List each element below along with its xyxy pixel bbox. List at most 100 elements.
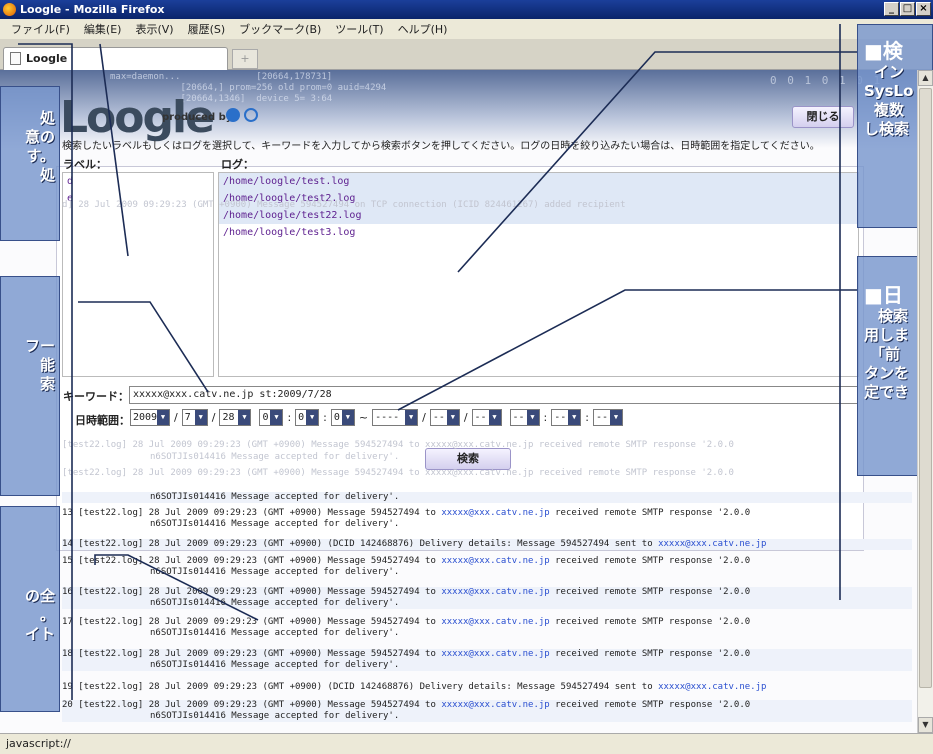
result-line: 19 [test22.log] 28 Jul 2009 09:29:23 (GM… bbox=[62, 682, 912, 693]
callout-heading: ■検 bbox=[864, 39, 903, 63]
result-tail: received remote SMTP response '2.0.0 bbox=[549, 617, 751, 627]
result-text: 28 Jul 2009 09:29:23 (GMT +0900) Message… bbox=[148, 617, 442, 627]
dropdown-arrow-icon: ▼ bbox=[526, 410, 539, 425]
minimize-button[interactable]: _ bbox=[884, 2, 899, 16]
result-email-link[interactable]: xxxxx@xxx.catv.ne.jp bbox=[441, 508, 549, 518]
to-hour-value: -- bbox=[512, 412, 525, 423]
result-email-link[interactable]: xxxxx@xxx.catv.ne.jp bbox=[441, 649, 549, 659]
tab-loogle[interactable]: Loogle bbox=[3, 47, 228, 70]
dropdown-arrow-icon: ▼ bbox=[446, 410, 459, 425]
to-min-value: -- bbox=[554, 412, 567, 423]
callout-text: 処 bbox=[39, 166, 55, 184]
menu-tools[interactable]: ツール(T) bbox=[328, 21, 390, 37]
from-day-select[interactable]: 28 ▼ bbox=[219, 409, 252, 426]
log-item[interactable]: /home/loogle/test.log bbox=[219, 173, 858, 190]
window-controls: _ □ × bbox=[884, 2, 931, 16]
to-year-select[interactable]: ---- ▼ bbox=[372, 409, 419, 426]
scroll-down-icon[interactable]: ▼ bbox=[918, 717, 933, 733]
result-text: 28 Jul 2009 09:29:23 (GMT +0900) Message… bbox=[148, 508, 442, 518]
result-email-link[interactable]: xxxxx@xxx.catv.ne.jp bbox=[658, 682, 766, 692]
result-number: 13 bbox=[62, 508, 73, 518]
close-window-button[interactable]: × bbox=[916, 2, 931, 16]
result-tail: received remote SMTP response '2.0.0 bbox=[549, 556, 751, 566]
result-continuation: n6SOTJIs014416 Message accepted for deli… bbox=[150, 519, 400, 529]
result-email-link[interactable]: xxxxx@xxx.catv.ne.jp bbox=[658, 539, 766, 549]
from-sec-select[interactable]: 0 ▼ bbox=[330, 409, 355, 426]
label-item[interactable]: d bbox=[63, 173, 213, 190]
status-text: javascript:// bbox=[6, 737, 71, 750]
menu-file[interactable]: ファイル(F) bbox=[4, 21, 77, 37]
new-tab-button[interactable]: + bbox=[232, 49, 258, 69]
result-row: 15 [test22.log] 28 Jul 2009 09:29:23 (GM… bbox=[62, 556, 912, 578]
keyword-label: キーワード： bbox=[63, 390, 129, 403]
to-day-value: -- bbox=[474, 412, 487, 423]
result-email-link[interactable]: xxxxx@xxx.catv.ne.jp bbox=[441, 587, 549, 597]
menu-view[interactable]: 表示(V) bbox=[128, 21, 180, 37]
maximize-button[interactable]: □ bbox=[900, 2, 915, 16]
result-email-link[interactable]: xxxxx@xxx.catv.ne.jp bbox=[441, 556, 549, 566]
from-month-select[interactable]: 7 ▼ bbox=[181, 409, 208, 426]
callout-text: 意の bbox=[24, 128, 55, 146]
result-file: [test22.log] bbox=[78, 508, 144, 518]
to-month-select[interactable]: -- ▼ bbox=[429, 409, 460, 426]
from-month-value: 7 bbox=[184, 412, 191, 423]
search-button[interactable]: 検索 bbox=[425, 448, 511, 470]
result-email-link[interactable]: xxxxx@xxx.catv.ne.jp bbox=[441, 700, 549, 710]
result-line: 15 [test22.log] 28 Jul 2009 09:29:23 (GM… bbox=[62, 556, 912, 567]
callout-left-1: 処 意の す。 処 bbox=[0, 86, 60, 241]
menu-bookmarks[interactable]: ブックマーク(B) bbox=[232, 21, 328, 37]
result-text: 28 Jul 2009 09:29:23 (GMT +0900) Message… bbox=[148, 587, 442, 597]
date-slash: / bbox=[463, 411, 468, 424]
to-sec-select[interactable]: -- ▼ bbox=[592, 409, 623, 426]
dropdown-arrow-icon: ▼ bbox=[568, 410, 581, 425]
result-text: 28 Jul 2009 09:29:23 (GMT +0900) Message… bbox=[148, 556, 442, 566]
ghost-log-line: n6SOTJIs014416 Message accepted for deli… bbox=[150, 452, 400, 462]
date-slash: / bbox=[174, 411, 178, 424]
result-row: 18 [test22.log] 28 Jul 2009 09:29:23 (GM… bbox=[62, 649, 912, 671]
result-tail: received remote SMTP response '2.0.0 bbox=[549, 508, 751, 518]
result-file: [test22.log] bbox=[78, 682, 144, 692]
callout-text: 。 bbox=[39, 606, 55, 624]
result-number: 18 bbox=[62, 649, 73, 659]
dropdown-arrow-icon: ▼ bbox=[341, 410, 354, 425]
time-colon: : bbox=[543, 411, 548, 424]
vertical-scrollbar[interactable]: ▲ ▼ bbox=[917, 70, 933, 733]
window-titlebar: Loogle - Mozilla Firefox _ □ × bbox=[0, 0, 933, 19]
to-min-select[interactable]: -- ▼ bbox=[551, 409, 582, 426]
from-min-select[interactable]: 0 ▼ bbox=[295, 409, 320, 426]
result-row: 19 [test22.log] 28 Jul 2009 09:29:23 (GM… bbox=[62, 682, 912, 693]
result-continuation: n6SOTJIs014416 Message accepted for deli… bbox=[150, 598, 400, 608]
result-file: [test22.log] bbox=[78, 539, 144, 549]
from-sec-value: 0 bbox=[333, 412, 340, 423]
result-number: 17 bbox=[62, 617, 73, 627]
log-item[interactable]: /home/loogle/test3.log bbox=[219, 224, 858, 241]
from-year-select[interactable]: 2009 ▼ bbox=[130, 409, 170, 426]
firefox-icon bbox=[3, 3, 16, 16]
to-hour-select[interactable]: -- ▼ bbox=[509, 409, 540, 426]
to-month-value: -- bbox=[432, 412, 445, 423]
result-email-link[interactable]: xxxxx@xxx.catv.ne.jp bbox=[441, 617, 549, 627]
result-row: n6SOTJIs014416 Message accepted for deli… bbox=[62, 492, 912, 503]
search-instruction: 検索したいラベルもしくはログを選択して、キーワードを入力してから検索ボタンを押し… bbox=[62, 141, 820, 152]
scroll-up-icon[interactable]: ▲ bbox=[918, 70, 933, 86]
date-slash: / bbox=[422, 411, 426, 424]
result-continuation: n6SOTJIs014416 Message accepted for deli… bbox=[150, 628, 400, 638]
result-line: 20 [test22.log] 28 Jul 2009 09:29:23 (GM… bbox=[62, 700, 912, 711]
result-line: 17 [test22.log] 28 Jul 2009 09:29:23 (GM… bbox=[62, 617, 912, 628]
scroll-thumb[interactable] bbox=[919, 88, 932, 688]
menu-history[interactable]: 履歴(S) bbox=[181, 21, 233, 37]
menu-help[interactable]: ヘルプ(H) bbox=[391, 21, 455, 37]
menu-edit[interactable]: 編集(E) bbox=[77, 21, 129, 37]
keyword-input[interactable]: xxxxx@xxx.catv.ne.jp st:2009/7/28 bbox=[129, 386, 858, 404]
from-hour-select[interactable]: 0 ▼ bbox=[259, 409, 284, 426]
from-min-value: 0 bbox=[298, 412, 305, 423]
result-line: 16 [test22.log] 28 Jul 2009 09:29:23 (GM… bbox=[62, 587, 912, 598]
to-day-select[interactable]: -- ▼ bbox=[471, 409, 502, 426]
result-continuation: n6SOTJIs014416 Message accepted for deli… bbox=[150, 492, 400, 502]
vendor-logo-icon bbox=[226, 108, 240, 122]
callout-text: フー bbox=[24, 337, 55, 355]
dropdown-arrow-icon: ▼ bbox=[306, 410, 319, 425]
result-number: 20 bbox=[62, 700, 73, 710]
close-page-button[interactable]: 閉じる bbox=[792, 106, 854, 128]
result-number: 15 bbox=[62, 556, 73, 566]
